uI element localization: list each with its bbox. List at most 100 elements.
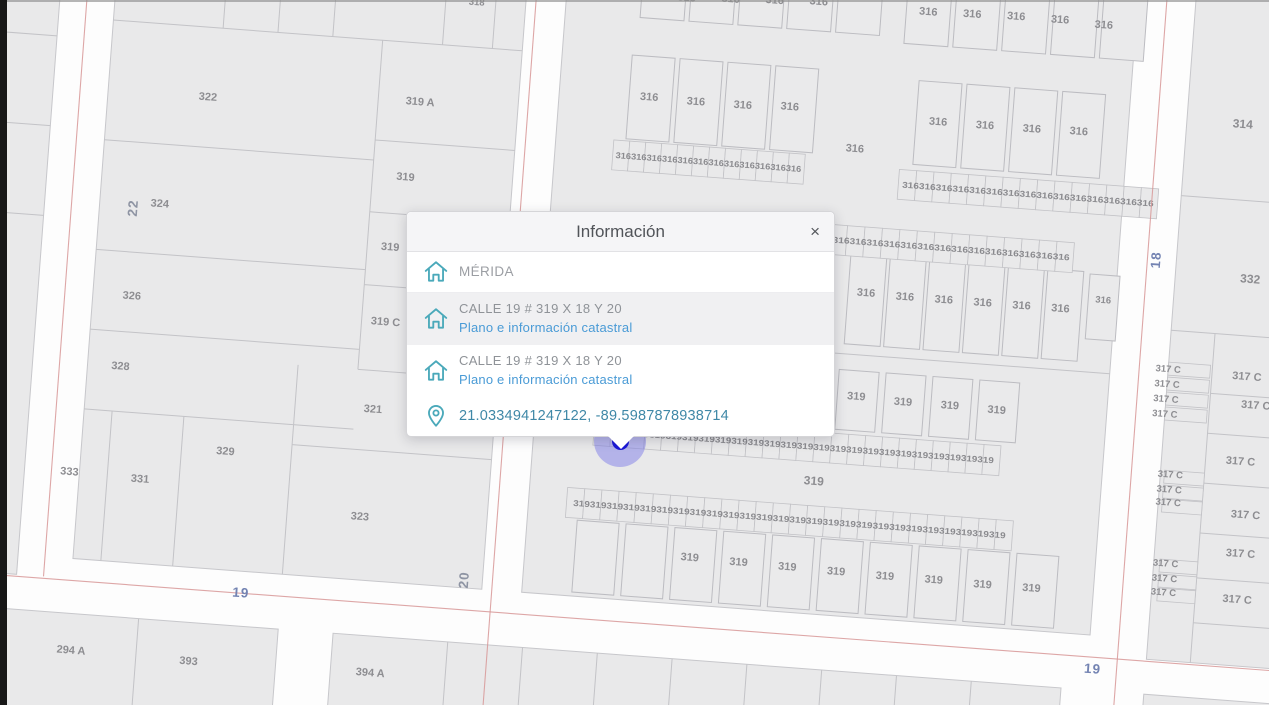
parcel-label: 326 [122, 290, 141, 303]
parcel-label: 394 A [355, 666, 385, 680]
parcel-label: 319 [729, 556, 748, 569]
parcel-block [0, 603, 279, 705]
parcel-label: 319 [893, 396, 912, 409]
parcel-label: 316 [1095, 294, 1112, 306]
parcel-label: 317 C [1157, 469, 1183, 482]
parcel-label: 319 [924, 573, 943, 586]
parcel-label: 317 C [1152, 408, 1178, 421]
parcel-label: 321 [363, 403, 382, 416]
parcel-label: 316 [686, 95, 705, 108]
house-lot [1084, 273, 1121, 342]
parcel-label: 317 C [1153, 558, 1179, 571]
parcel-label: 316 [1094, 19, 1113, 32]
parcel-label: 324 [150, 197, 170, 210]
house-lot [620, 523, 669, 600]
parcel-label: 316 [895, 290, 914, 303]
street-label: 20 [456, 571, 472, 589]
parcel-label: 317 C [1156, 484, 1182, 497]
parcel-label: 319 [680, 551, 699, 564]
parcel-label: 316 [640, 91, 659, 104]
street-label: 22 [125, 199, 141, 217]
cadastral-plan-link[interactable]: Plano e información catastral [459, 319, 632, 338]
parcel-label: 316 [1050, 13, 1069, 26]
parcel-label: 316 [963, 8, 982, 21]
parcel-label: 294 A [56, 644, 86, 658]
parcel-label: 393 [179, 655, 198, 668]
parcel-label: 317 C [1150, 586, 1176, 599]
parcel-label: 316 [1007, 10, 1026, 23]
home-icon [423, 306, 449, 332]
info-popup-header: Información × [407, 212, 834, 252]
parcel-label: 319 C [370, 315, 400, 329]
parcel-label: 317 C [1153, 393, 1179, 406]
parcel-label: 316 [928, 115, 947, 128]
parcel-label: 331 [130, 473, 149, 486]
parcel-label: 317 C [1241, 399, 1269, 413]
parcel-label: 316 [1012, 299, 1031, 312]
house-lot [883, 256, 927, 350]
map-pin-icon [423, 403, 449, 429]
parcel-label: 317 C [1222, 593, 1252, 607]
city-label: MÉRIDA [459, 264, 514, 280]
house-lot [717, 530, 767, 607]
parcel-label: 316 [975, 119, 994, 132]
parcel-label: 317 C [1225, 455, 1255, 469]
coordinates-value: 21.0334941247122, -89.5987878938714 [459, 407, 729, 424]
popup-row-city: MÉRIDA [407, 252, 834, 293]
cadastral-plan-link[interactable]: Plano e información catastral [459, 371, 632, 390]
parcel-label: 316 [856, 287, 875, 300]
popup-row-coordinates: 21.0334941247122, -89.5987878938714 [407, 396, 834, 436]
parcel-label: 317 C [1151, 572, 1177, 585]
parcel-label: 329 [216, 445, 235, 458]
parcel-label: 316 [780, 100, 799, 113]
popup-row-address-1: CALLE 19 # 319 X 18 Y 20 Plano e informa… [407, 293, 834, 345]
parcel-label: 319 [826, 565, 845, 578]
parcel-label: 319 [847, 390, 866, 403]
parcel-label: 332 [1240, 271, 1261, 286]
address-label: CALLE 19 # 319 X 18 Y 20 [459, 352, 622, 368]
parcel-label: 317 C [1230, 508, 1260, 522]
parcel-label: 322 [198, 91, 217, 104]
parcel-label: 328 [111, 360, 130, 373]
parcel-label: 323 [350, 510, 369, 523]
house-lot [835, 0, 886, 37]
close-icon[interactable]: × [810, 223, 820, 240]
parcel-label: 317 C [1154, 378, 1180, 391]
parcel-label: 316 [1051, 302, 1070, 315]
parcel-label: 319 [973, 578, 992, 591]
home-icon [423, 259, 449, 285]
parcel-label: 319 [778, 560, 797, 573]
parcel-label: 319 A [405, 95, 435, 109]
popup-callout-arrow [606, 435, 635, 450]
parcel-label: 314 [1232, 116, 1253, 131]
parcel-label: 316 [1069, 125, 1088, 138]
parcel-label: 316 [845, 142, 864, 155]
parcel-label: 319 [1022, 582, 1041, 595]
popup-title: Información [576, 221, 665, 241]
parcel-label: 316 [919, 5, 938, 18]
parcel-label: 317 C [1155, 497, 1181, 510]
house-lot [843, 253, 888, 347]
screenshot-top-edge [0, 0, 1269, 2]
parcel-label: 319 [875, 570, 894, 583]
street-label: 19 [1083, 661, 1101, 677]
info-popup: Información × MÉRIDA CALLE 19 # 319 X 18… [406, 211, 835, 450]
parcel-label: 319 [381, 241, 400, 254]
parcel-block [0, 0, 72, 575]
parcel-label: 333 [60, 465, 79, 478]
popup-row-address-2: CALLE 19 # 319 X 18 Y 20 Plano e informa… [407, 345, 834, 397]
parcel-label: 319 [803, 473, 824, 488]
parcel-label: 316 [733, 99, 752, 112]
parcel-label: 316 [1022, 123, 1041, 136]
screenshot-left-edge [0, 0, 7, 705]
parcel-label: 316 [973, 296, 992, 309]
house-lot [1049, 0, 1101, 59]
house-lot [571, 519, 620, 596]
map-app-window: 316 316 316 316 316 316 316 316 316 316 316 316 316 3… [0, 0, 1269, 705]
house-lot [1040, 268, 1085, 362]
address-label: CALLE 19 # 319 X 18 Y 20 [459, 301, 622, 316]
parcel-label: 316 [934, 293, 953, 306]
parcel-label: 317 C [1155, 363, 1181, 376]
parcel-label: 317 C [1225, 547, 1255, 561]
parcel-label: 317 C [1232, 370, 1262, 384]
